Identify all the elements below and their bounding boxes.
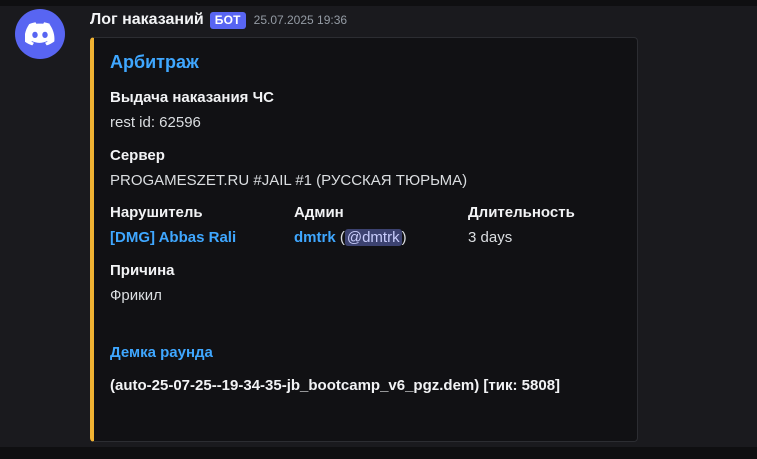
field-issue-name: Выдача наказания ЧС <box>110 89 274 106</box>
field-reason-value: Фрикил <box>110 287 162 304</box>
embed-title[interactable]: Арбитраж <box>110 52 199 73</box>
admin-link[interactable]: dmtrk <box>294 229 336 246</box>
field-duration-name: Длительность <box>468 204 575 221</box>
field-admin-value: dmtrk (@dmtrk) <box>294 229 407 246</box>
demo-link[interactable]: Демка раунда <box>110 344 213 361</box>
message-timestamp[interactable]: 25.07.2025 19:36 <box>254 13 347 27</box>
field-duration-value: 3 days <box>468 229 513 246</box>
demo-file-info: (auto-25-07-25--19-34-35-jb_bootcamp_v6_… <box>110 377 561 394</box>
field-offender-value: [DMG] Abbas Rali <box>110 229 236 246</box>
admin-open-paren: ( <box>335 229 345 246</box>
admin-mention[interactable]: @dmtrk <box>344 229 402 246</box>
field-admin-name: Админ <box>294 204 344 221</box>
bottom-divider <box>0 447 757 459</box>
bot-badge: БОТ <box>209 11 246 29</box>
field-issue-value: rest id: 62596 <box>110 114 201 131</box>
field-server-value: PROGAMESZET.RU #JAIL #1 (РУССКАЯ ТЮРЬМА) <box>110 172 468 189</box>
offender-link[interactable]: [DMG] Abbas Rali <box>110 229 236 246</box>
author-name[interactable]: Лог наказаний <box>90 11 204 29</box>
field-offender-name: Нарушитель <box>110 204 203 221</box>
discord-logo-icon <box>25 22 55 46</box>
field-server-name: Сервер <box>110 147 165 164</box>
bot-avatar[interactable] <box>15 9 65 59</box>
punishment-embed: Арбитраж Выдача наказания ЧС rest id: 62… <box>90 37 638 442</box>
admin-close-paren: ) <box>401 229 407 246</box>
field-reason-name: Причина <box>110 262 175 279</box>
message-header: Лог наказаний БОТ 25.07.2025 19:36 <box>90 9 347 31</box>
chat-message: Лог наказаний БОТ 25.07.2025 19:36 Арбит… <box>0 0 757 459</box>
